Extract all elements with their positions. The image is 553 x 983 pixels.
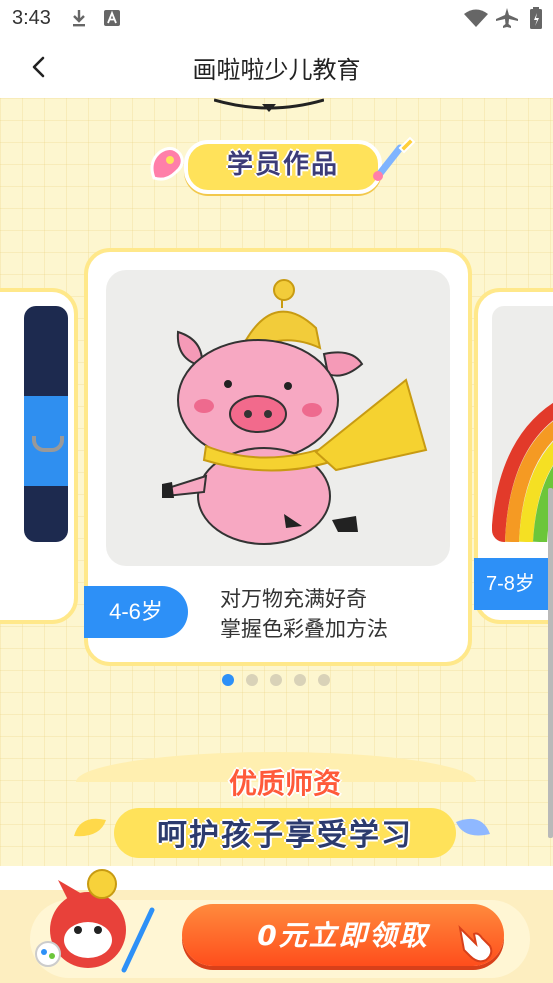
claim-free-button[interactable]: 0元立即领取 — [182, 904, 504, 966]
pagination-dot[interactable] — [318, 674, 330, 686]
cta-bar: 0元立即领取 — [0, 869, 553, 983]
description-line-1: 对万物充满好奇 — [220, 587, 367, 611]
status-bar: 3:43 — [0, 0, 553, 36]
artwork-image-next — [492, 306, 553, 542]
page-title: 画啦啦少儿教育 — [192, 56, 361, 84]
age-badge-next: 7-8岁 — [474, 558, 553, 610]
rainbow-drawing-image — [492, 403, 553, 542]
scrollbar[interactable] — [548, 488, 553, 838]
works-banner: 学员作品 — [146, 134, 416, 194]
ribbon-decoration — [214, 98, 324, 112]
artwork-image-prev — [24, 306, 68, 542]
artwork-description: 对万物充满好奇 掌握色彩叠加方法 — [220, 584, 388, 644]
artwork-card-prev[interactable] — [0, 288, 78, 624]
airplane-mode-icon — [496, 8, 518, 28]
status-time: 3:43 — [12, 7, 51, 29]
paintbrush-icon — [373, 136, 416, 181]
notification-a-icon — [104, 10, 120, 26]
mascot-illustration — [35, 869, 155, 973]
download-icon — [73, 10, 85, 27]
main-content[interactable]: 学员作品 4-6岁 对万物充满好奇 掌握色彩叠加方法 7-8岁 优质师资 呵护孩… — [0, 98, 553, 890]
teachers-title: 优质师资 — [228, 767, 341, 800]
artwork-image — [106, 270, 450, 566]
battery-icon — [530, 7, 542, 29]
pagination-dot[interactable] — [294, 674, 306, 686]
pagination-dot[interactable] — [246, 674, 258, 686]
artwork-card[interactable]: 4-6岁 对万物充满好奇 掌握色彩叠加方法 — [84, 248, 472, 666]
pagination-dot[interactable] — [270, 674, 282, 686]
pagination-dot[interactable] — [222, 674, 234, 686]
teachers-subtitle: 呵护孩子享受学习 — [157, 818, 413, 853]
works-banner-title: 学员作品 — [226, 150, 339, 180]
teachers-banner: 优质师资 呵护孩子享受学习 — [70, 752, 500, 868]
pointing-hand-icon — [458, 925, 493, 963]
description-line-2: 掌握色彩叠加方法 — [220, 617, 388, 641]
title-bar: 画啦啦少儿教育 — [0, 36, 553, 98]
artwork-card-next[interactable]: 7-8岁 — [474, 288, 553, 624]
wifi-icon — [464, 9, 488, 27]
age-badge: 4-6岁 — [84, 586, 188, 638]
pig-drawing-image — [162, 279, 428, 545]
